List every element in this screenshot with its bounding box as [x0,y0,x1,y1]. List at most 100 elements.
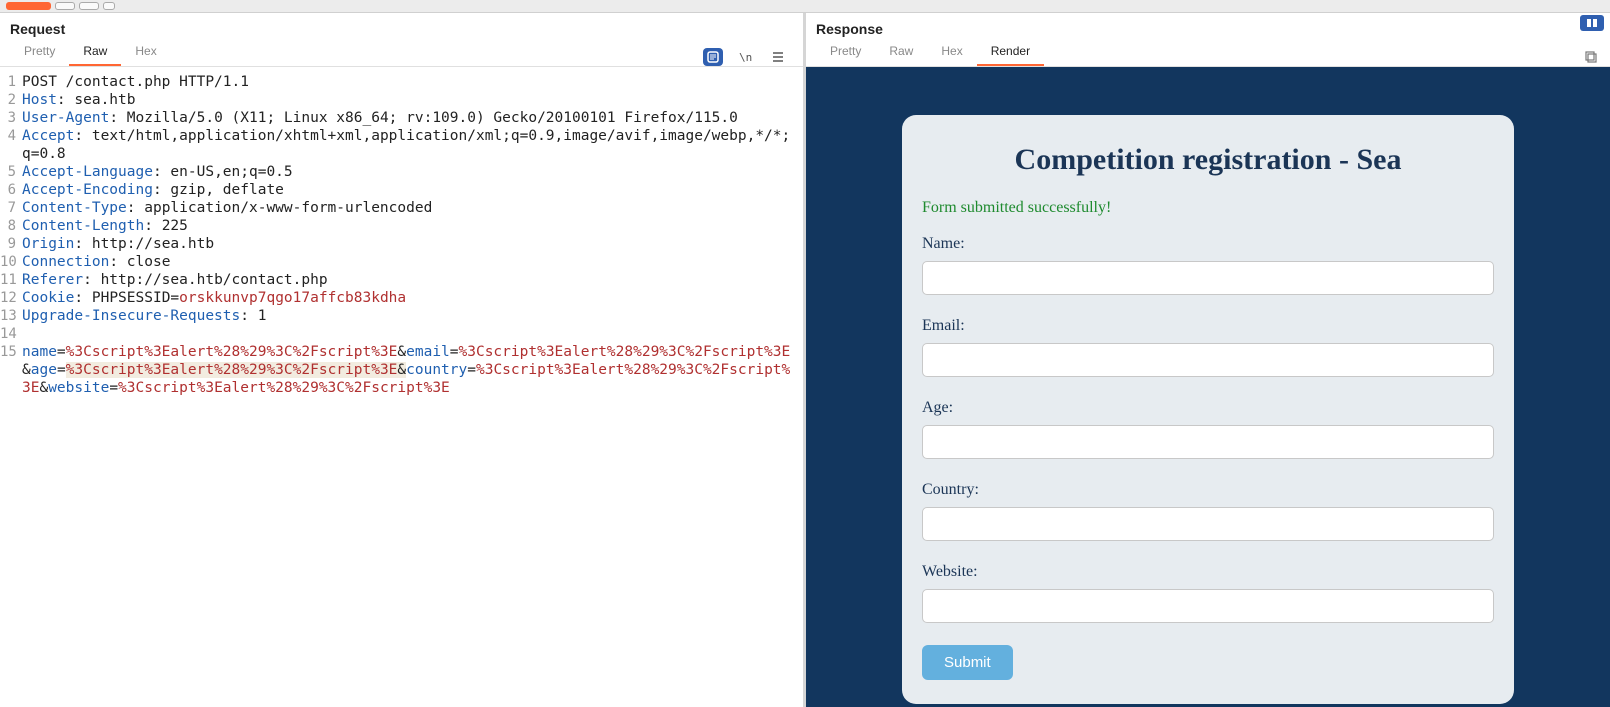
line-code[interactable]: Content-Length: 225 [22,217,198,235]
registration-form-card: Competition registration - Sea Form subm… [902,115,1514,704]
line-code[interactable]: Upgrade-Insecure-Requests: 1 [22,307,276,325]
line-code[interactable]: Accept-Encoding: gzip, deflate [22,181,294,199]
code-token: : [109,254,126,270]
code-token: Mozilla/5.0 (X11; Linux x86_64; rv:109.0… [127,110,738,126]
code-token: PHPSESSID= [92,290,179,306]
code-token: : [74,128,91,144]
input-age[interactable] [922,425,1494,459]
code-token: : [240,308,257,324]
code-token: Cookie [22,290,74,306]
tab-raw-resp[interactable]: Raw [875,40,927,66]
tab-hex-resp[interactable]: Hex [927,40,976,66]
editor-line: 11Referer: http://sea.htb/contact.php [0,271,803,289]
editor-line: 10Connection: close [0,253,803,271]
editor-line: 14 [0,325,803,343]
toolbar-primary-button[interactable] [6,2,51,10]
code-token: : [127,200,144,216]
input-email[interactable] [922,343,1494,377]
line-code[interactable]: Connection: close [22,253,180,271]
code-token: User-Agent [22,110,109,126]
code-token: %3Cscript%3Ealert%28%29%3C%2Fscript%3E [66,344,398,360]
code-token: = [467,362,476,378]
line-code[interactable]: POST /contact.php HTTP/1.1 [22,73,259,91]
request-tabs: Pretty Raw Hex \n [0,43,803,67]
request-title: Request [0,13,803,43]
response-title: Response [806,13,1610,43]
code-token: Accept [22,128,74,144]
line-code[interactable] [22,325,32,343]
response-panel: Response Pretty Raw Hex Render Competiti… [806,13,1610,707]
code-token: : [83,272,100,288]
tab-render-resp[interactable]: Render [977,40,1044,66]
editor-line: 6Accept-Encoding: gzip, deflate [0,181,803,199]
code-token: email [406,344,450,360]
request-editor[interactable]: 1POST /contact.php HTTP/1.12Host: sea.ht… [0,67,803,707]
code-token: en-US,en;q=0.5 [170,164,292,180]
line-code[interactable]: Content-Type: application/x-www-form-url… [22,199,442,217]
line-number: 15 [0,343,22,397]
line-code[interactable]: Accept-Language: en-US,en;q=0.5 [22,163,303,181]
toolbar-button[interactable] [55,2,75,10]
copy-icon[interactable] [1582,48,1600,66]
line-code[interactable]: Origin: http://sea.htb [22,235,224,253]
code-token: = [109,380,118,396]
input-name[interactable] [922,261,1494,295]
tab-pretty[interactable]: Pretty [10,40,69,66]
editor-line: 2Host: sea.htb [0,91,803,109]
line-code[interactable]: Host: sea.htb [22,91,146,109]
request-actions: \n [703,48,793,66]
code-token: country [406,362,467,378]
code-token: POST /contact.php HTTP/1.1 [22,74,249,90]
input-country[interactable] [922,507,1494,541]
tab-raw[interactable]: Raw [69,40,121,66]
code-token: sea.htb [74,92,135,108]
request-panel: Request Pretty Raw Hex \n 1POST /contact… [0,13,806,707]
code-token: : [74,290,91,306]
code-token: : [144,218,161,234]
line-code[interactable]: Accept: text/html,application/xhtml+xml,… [22,127,803,163]
toolbar-button[interactable] [103,2,115,10]
code-token: : [153,182,170,198]
form-group-email: Email: [922,317,1494,377]
code-token: 1 [258,308,267,324]
label-website: Website: [922,563,1494,581]
newline-icon[interactable]: \n [737,48,755,66]
line-number: 8 [0,217,22,235]
line-number: 3 [0,109,22,127]
form-success-message: Form submitted successfully! [922,199,1494,217]
editor-line: 3User-Agent: Mozilla/5.0 (X11; Linux x86… [0,109,803,127]
code-token: & [397,344,406,360]
line-number: 9 [0,235,22,253]
line-code[interactable]: name=%3Cscript%3Ealert%28%29%3C%2Fscript… [22,343,803,397]
label-age: Age: [922,399,1494,417]
code-token: : [109,110,126,126]
menu-icon[interactable] [769,48,787,66]
line-code[interactable]: Cookie: PHPSESSID=orskkunvp7qgo17affcb83… [22,289,416,307]
code-token: close [127,254,171,270]
inspector-icon[interactable] [703,48,723,66]
code-token: Content-Type [22,200,127,216]
form-group-website: Website: [922,563,1494,623]
line-code[interactable]: Referer: http://sea.htb/contact.php [22,271,338,289]
toolbar-button[interactable] [79,2,99,10]
code-token: http://sea.htb [92,236,214,252]
tab-pretty-resp[interactable]: Pretty [816,40,875,66]
line-number: 2 [0,91,22,109]
code-token: name [22,344,57,360]
response-render: Competition registration - Sea Form subm… [806,67,1610,707]
code-token: : [153,164,170,180]
line-number: 1 [0,73,22,91]
code-token: orskkunvp7qgo17affcb83kdha [179,290,406,306]
code-token: http://sea.htb/contact.php [101,272,328,288]
input-website[interactable] [922,589,1494,623]
code-token: application/x-www-form-urlencoded [144,200,432,216]
editor-line: 13Upgrade-Insecure-Requests: 1 [0,307,803,325]
line-number: 6 [0,181,22,199]
svg-text:\n: \n [739,51,752,64]
code-token: %3Cscript%3Ealert%28%29%3C%2Fscript%3E [118,380,450,396]
layout-toggle-icon[interactable] [1580,15,1604,31]
tab-hex[interactable]: Hex [121,40,170,66]
submit-button[interactable]: Submit [922,645,1013,680]
line-code[interactable]: User-Agent: Mozilla/5.0 (X11; Linux x86_… [22,109,748,127]
code-token: website [48,380,109,396]
